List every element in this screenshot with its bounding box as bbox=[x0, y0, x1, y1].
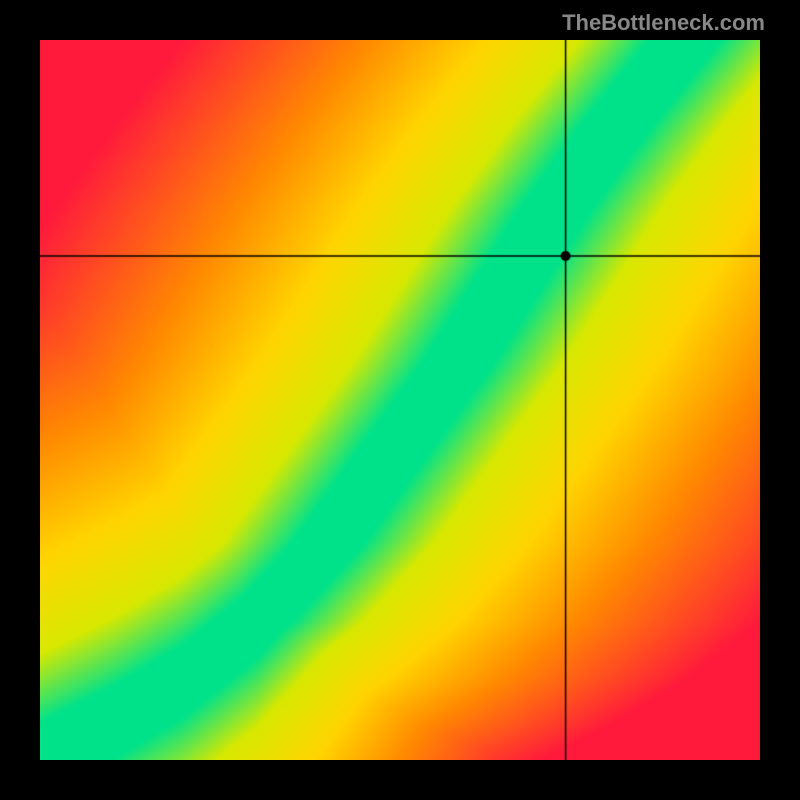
bottleneck-heatmap bbox=[40, 40, 760, 760]
chart-container: TheBottleneck.com bbox=[0, 0, 800, 800]
watermark-text: TheBottleneck.com bbox=[562, 10, 765, 36]
